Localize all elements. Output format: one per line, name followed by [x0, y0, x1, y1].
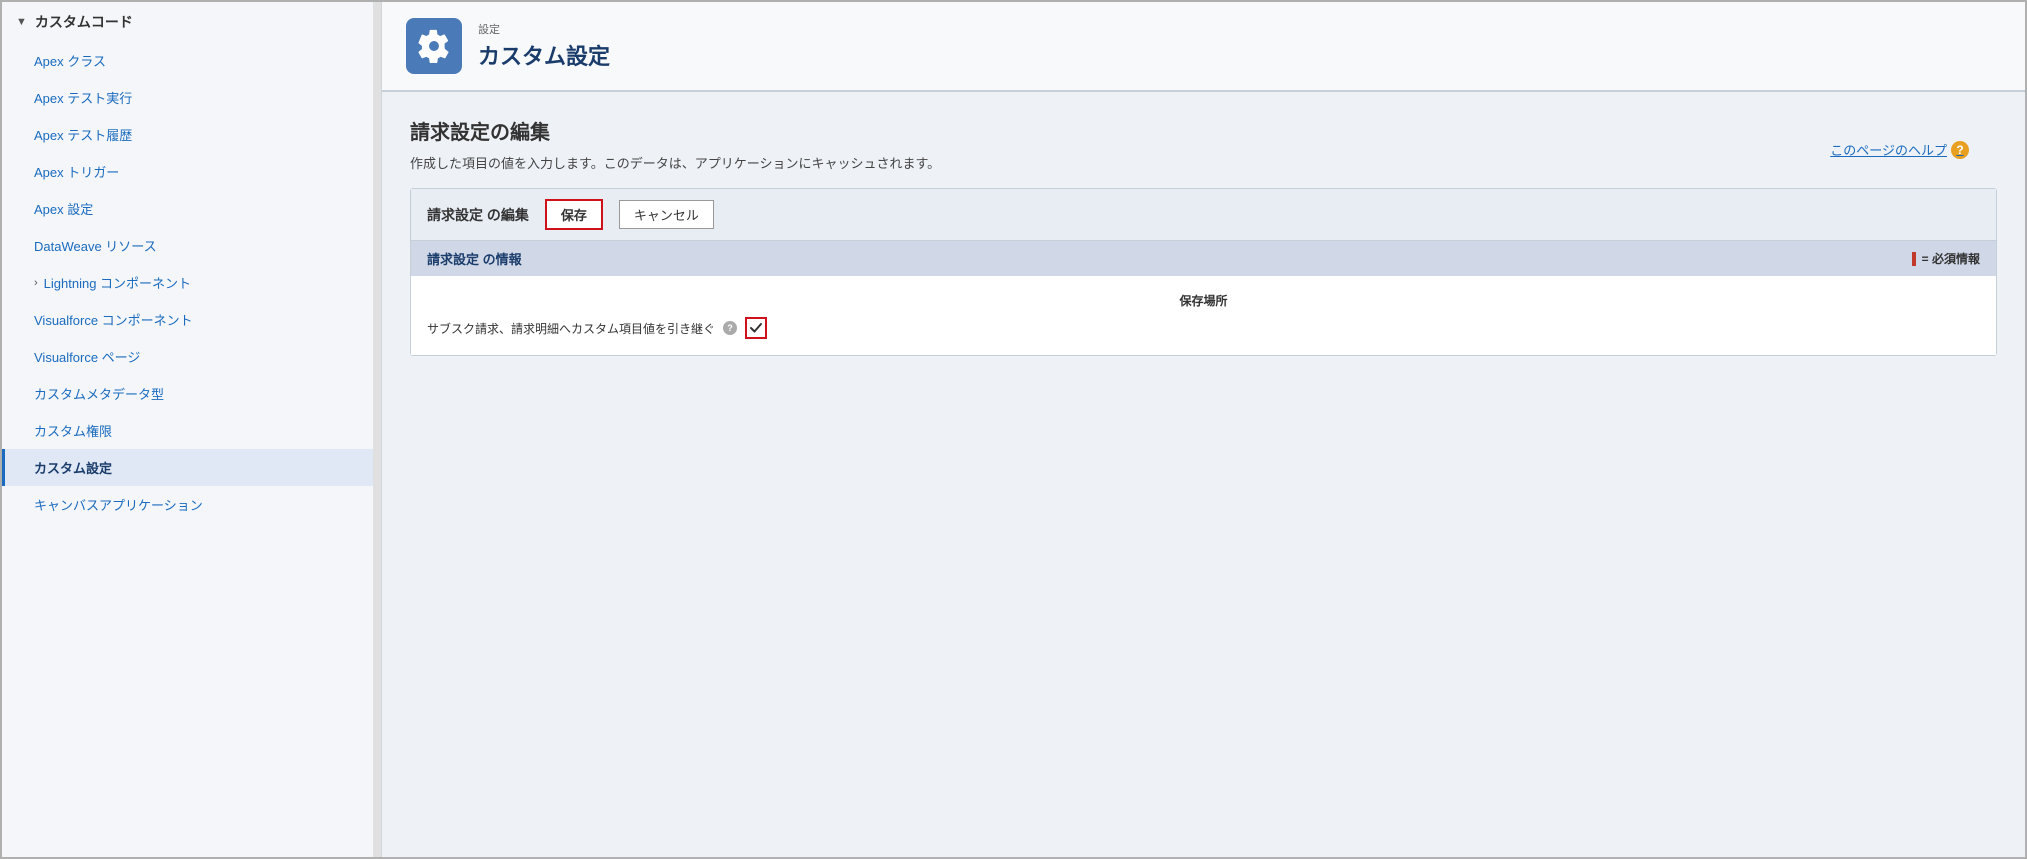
chevron-right-icon: ›: [34, 277, 38, 289]
form-card: 請求設定 の編集 保存 キャンセル 請求設定 の情報 = 必須情報 保存場所: [410, 188, 1997, 356]
help-link-text: このページのヘルプ: [1830, 140, 1947, 159]
save-button[interactable]: 保存: [545, 199, 603, 230]
sidebar-item-apex-class[interactable]: Apex クラス: [2, 42, 381, 79]
sidebar-items: Apex クラスApex テスト実行Apex テスト履歴Apex トリガーApe…: [2, 42, 381, 523]
checkmark-icon: [749, 321, 763, 335]
page-description: 作成した項目の値を入力します。このデータは、アプリケーションにキャッシュされます…: [410, 153, 1997, 172]
field-row: サブスク請求、請求明細へカスタム項目値を引き継ぐ ?: [427, 317, 1980, 339]
settings-icon-container: [406, 18, 462, 74]
field-help-icon[interactable]: ?: [723, 321, 737, 335]
sidebar-item-visualforce-components[interactable]: Visualforce コンポーネント: [2, 301, 381, 338]
sidebar-item-canvas-app[interactable]: キャンバスアプリケーション: [2, 486, 381, 523]
page-header-title: カスタム設定: [478, 39, 610, 71]
sidebar-item-apex-test-history[interactable]: Apex テスト履歴: [2, 116, 381, 153]
content-relative: 請求設定の編集 作成した項目の値を入力します。このデータは、アプリケーションにキ…: [410, 116, 1997, 356]
field-label: サブスク請求、請求明細へカスタム項目値を引き継ぐ: [427, 320, 715, 337]
cancel-button[interactable]: キャンセル: [619, 200, 714, 229]
required-legend: = 必須情報: [1912, 250, 1980, 267]
sidebar-item-visualforce-pages[interactable]: Visualforce ページ: [2, 338, 381, 375]
page-title: 請求設定の編集: [410, 116, 1997, 145]
main-content: 設定 カスタム設定 請求設定の編集 作成した項目の値を入力します。このデータは、…: [382, 2, 2025, 857]
info-section-header: 請求設定 の情報 = 必須情報: [411, 241, 1996, 276]
info-section-label: 請求設定 の情報: [427, 249, 522, 268]
sidebar-scrollbar[interactable]: [373, 2, 381, 857]
page-header: 設定 カスタム設定: [382, 2, 2025, 92]
sidebar-item-apex-trigger[interactable]: Apex トリガー: [2, 153, 381, 190]
sidebar-item-apex-settings[interactable]: Apex 設定: [2, 190, 381, 227]
sidebar-item-custom-permissions[interactable]: カスタム権限: [2, 412, 381, 449]
help-icon: ?: [1951, 141, 1969, 159]
sidebar-item-custom-settings[interactable]: カスタム設定: [2, 449, 381, 486]
sidebar-section-header[interactable]: ▼ カスタムコード: [2, 2, 381, 42]
sidebar: ▼ カスタムコード Apex クラスApex テスト実行Apex テスト履歴Ap…: [2, 2, 382, 857]
help-link[interactable]: このページのヘルプ ?: [1830, 140, 1969, 159]
sidebar-item-custom-metadata-type[interactable]: カスタムメタデータ型: [2, 375, 381, 412]
required-bar-icon: [1912, 252, 1916, 266]
page-header-text: 設定 カスタム設定: [478, 21, 610, 71]
checkbox-field[interactable]: [745, 317, 767, 339]
chevron-down-icon: ▼: [16, 16, 27, 28]
required-text: = 必須情報: [1922, 250, 1980, 267]
sidebar-item-dataweave-resources[interactable]: DataWeave リソース: [2, 227, 381, 264]
storage-label: 保存場所: [427, 292, 1980, 309]
sidebar-item-lightning-components[interactable]: ›Lightning コンポーネント: [2, 264, 381, 301]
gear-icon: [417, 29, 451, 63]
form-row: 保存場所 サブスク請求、請求明細へカスタム項目値を引き継ぐ ?: [411, 276, 1996, 355]
form-table-header: 請求設定 の編集 保存 キャンセル: [411, 189, 1996, 241]
sidebar-section-label: カスタムコード: [35, 12, 133, 32]
content-area: 請求設定の編集 作成した項目の値を入力します。このデータは、アプリケーションにキ…: [382, 92, 2025, 857]
page-header-subtitle: 設定: [478, 21, 610, 37]
form-table-header-label: 請求設定 の編集: [427, 205, 529, 225]
sidebar-item-apex-test-run[interactable]: Apex テスト実行: [2, 79, 381, 116]
